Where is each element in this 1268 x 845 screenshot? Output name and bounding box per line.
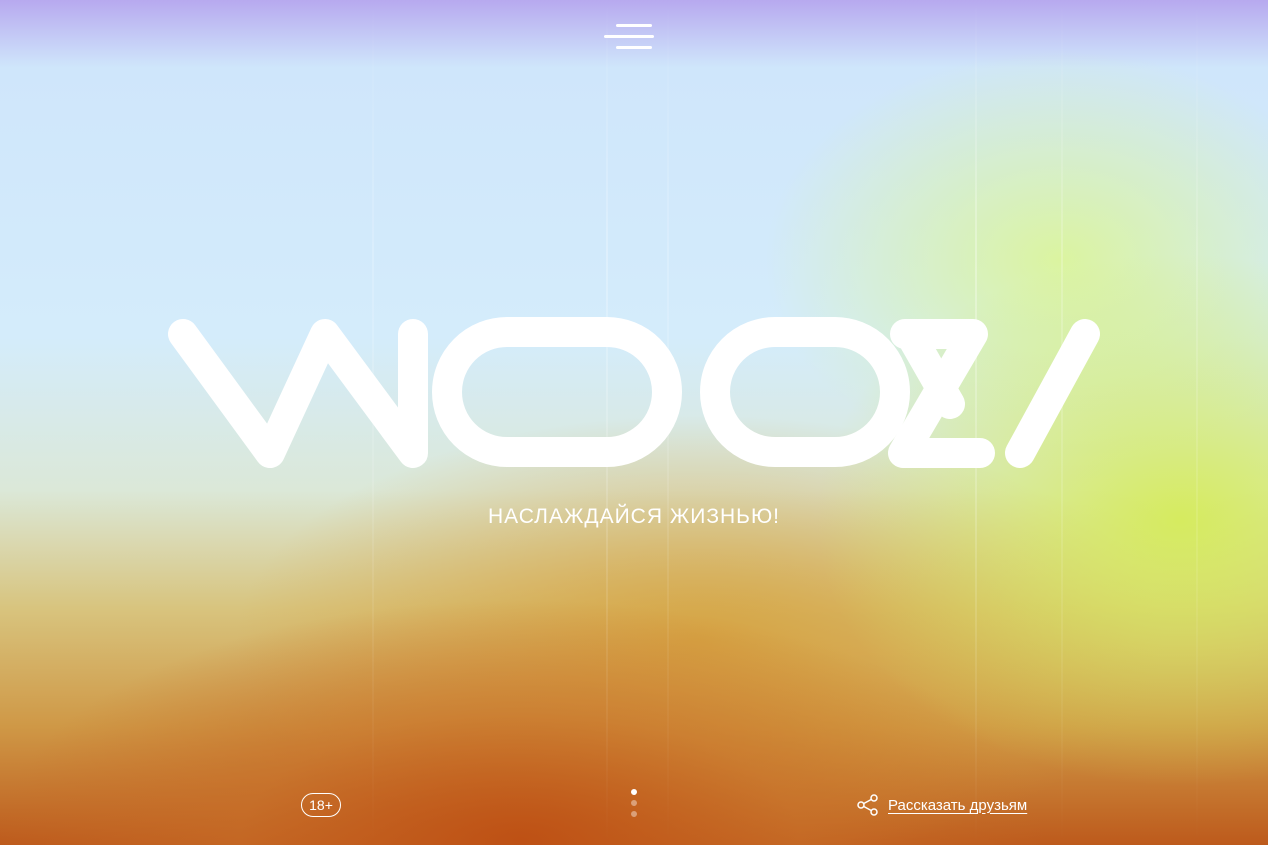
menu-line (616, 46, 652, 49)
pager-dot[interactable] (631, 811, 637, 817)
tagline: НАСЛАЖДАЙСЯ ЖИЗНЬЮ! (487, 505, 780, 528)
logo-letter-o (432, 317, 682, 467)
menu-line (604, 35, 654, 38)
logo-letter-o (700, 317, 910, 467)
share-icon (857, 794, 878, 816)
hamburger-menu-icon[interactable] (602, 22, 656, 52)
logo-letter-w (168, 319, 428, 468)
slide-pager (630, 789, 638, 819)
share-link[interactable]: Рассказать друзьям (856, 792, 1027, 818)
logo-letter-y (895, 319, 1100, 468)
age-rating-badge: 18+ (301, 793, 341, 817)
pager-dot[interactable] (631, 800, 637, 806)
menu-line (616, 24, 652, 27)
light-streak (1196, 0, 1198, 845)
share-label[interactable]: Рассказать друзьям (888, 797, 1027, 814)
woozy-logo (168, 317, 1100, 468)
pager-dot[interactable] (631, 789, 637, 795)
